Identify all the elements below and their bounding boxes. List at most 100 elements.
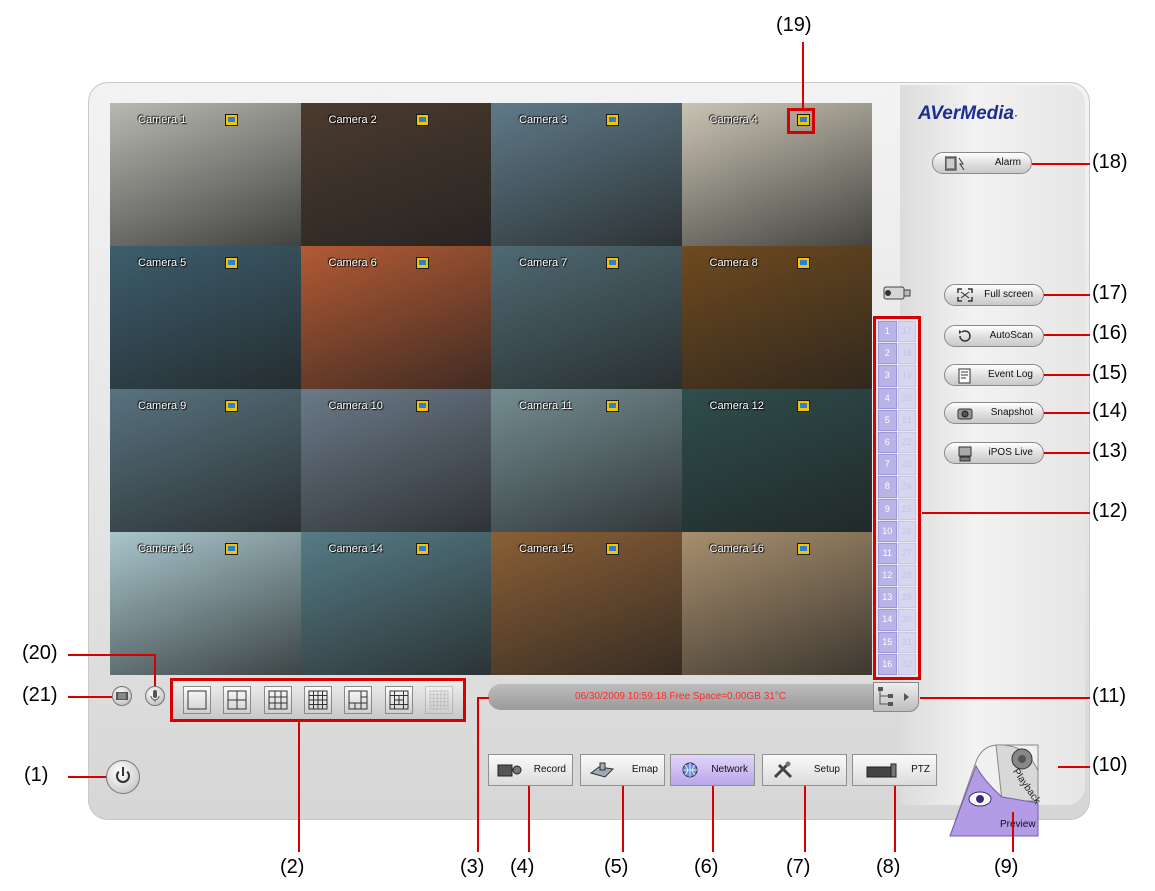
camera-grid[interactable]: Camera 1 Camera 2 Camera 3 Camera 4 Camera 5… bbox=[110, 103, 872, 675]
camera-tile[interactable]: Camera 7 bbox=[491, 246, 682, 389]
leader-line-5 bbox=[622, 786, 624, 852]
power-icon-line bbox=[122, 767, 124, 776]
camera-status-icon[interactable] bbox=[225, 114, 238, 126]
camera-status-icon[interactable] bbox=[225, 257, 238, 269]
camera-tile[interactable]: Camera 8 bbox=[681, 246, 872, 389]
alarm-button[interactable]: Alarm bbox=[932, 152, 1032, 174]
camera-status-icon[interactable] bbox=[796, 400, 810, 412]
fullscreen-icon bbox=[957, 288, 973, 302]
callout-9: (9) bbox=[994, 856, 1019, 878]
camera-tile[interactable]: Camera 12 bbox=[681, 389, 872, 532]
leader-line-4 bbox=[528, 786, 530, 852]
camera-label: Camera 14 bbox=[328, 543, 383, 555]
camera-tile[interactable]: Camera 11 bbox=[491, 389, 682, 532]
channel-button[interactable]: 11 bbox=[878, 542, 897, 565]
channel-button[interactable]: 3 bbox=[878, 365, 897, 387]
event-log-icon bbox=[957, 368, 971, 384]
camera-status-icon[interactable] bbox=[796, 257, 810, 269]
channel-button-disabled: 29 bbox=[897, 587, 916, 609]
brand-name: AVerMedia bbox=[918, 103, 1015, 124]
channel-button[interactable]: 15 bbox=[878, 631, 897, 653]
camera-label: Camera 11 bbox=[519, 400, 573, 412]
callout-4: (4) bbox=[510, 856, 535, 878]
camera-tile[interactable]: Camera 4 bbox=[681, 103, 872, 246]
channel-button[interactable]: 13 bbox=[878, 587, 897, 609]
channel-button[interactable]: 12 bbox=[878, 565, 897, 587]
camera-status-icon[interactable] bbox=[606, 543, 619, 555]
setup-button[interactable]: Setup bbox=[762, 754, 847, 786]
camera-status-icon[interactable] bbox=[606, 400, 619, 412]
leader-line-12 bbox=[922, 512, 1090, 514]
channel-button[interactable]: 5 bbox=[878, 409, 897, 431]
camera-tile[interactable]: Camera 10 bbox=[300, 389, 491, 532]
record-button[interactable]: Record bbox=[488, 754, 573, 786]
layout-6-button[interactable] bbox=[344, 686, 373, 714]
mode-switch[interactable]: Playback Preview bbox=[942, 741, 1062, 841]
keyboard-button[interactable] bbox=[112, 686, 132, 706]
emap-label: Emap bbox=[631, 764, 658, 775]
layout-13-button[interactable] bbox=[384, 686, 413, 714]
camera-status-icon[interactable] bbox=[796, 543, 810, 555]
camera-tile[interactable]: Camera 2 bbox=[300, 103, 491, 246]
emap-button[interactable]: Emap bbox=[580, 754, 665, 786]
split-screen-layout-bar bbox=[170, 678, 466, 722]
event-log-button[interactable]: Event Log bbox=[944, 364, 1044, 386]
ptz-button[interactable]: PTZ bbox=[852, 754, 937, 786]
camera-status-icon[interactable] bbox=[225, 400, 238, 412]
callout-3: (3) bbox=[460, 856, 485, 878]
camera-tile[interactable]: Camera 5 bbox=[110, 246, 301, 389]
camera-tile[interactable]: Camera 9 bbox=[110, 389, 301, 532]
camera-label: Camera 1 bbox=[138, 114, 187, 126]
channel-scroll-control[interactable] bbox=[873, 682, 919, 712]
autoscan-button[interactable]: AutoScan bbox=[944, 325, 1044, 347]
camera-status-icon[interactable] bbox=[225, 543, 238, 555]
camera-status-icon[interactable] bbox=[415, 257, 429, 269]
channel-button[interactable]: 16 bbox=[878, 653, 897, 675]
microphone-button[interactable] bbox=[145, 686, 165, 706]
full-screen-button[interactable]: Full screen bbox=[944, 284, 1044, 306]
camera-label: Camera 15 bbox=[519, 543, 574, 555]
network-button[interactable]: Network bbox=[670, 754, 755, 786]
camera-tile[interactable]: Camera 14 bbox=[300, 532, 491, 675]
power-button[interactable] bbox=[106, 760, 140, 794]
layout-9-button[interactable] bbox=[263, 686, 292, 714]
brand-logo: AVerMedia· bbox=[918, 103, 1017, 125]
channel-button-disabled: 21 bbox=[897, 409, 916, 431]
layout-1-button[interactable] bbox=[183, 686, 212, 714]
camera-tile[interactable]: Camera 15 bbox=[491, 532, 682, 675]
channel-button[interactable]: 2 bbox=[878, 343, 897, 365]
leader-line-13 bbox=[1044, 452, 1090, 454]
layout-4-button[interactable] bbox=[223, 686, 252, 714]
channel-button[interactable]: 8 bbox=[878, 476, 897, 498]
channel-button[interactable]: 7 bbox=[878, 454, 897, 476]
channel-button[interactable]: 9 bbox=[878, 498, 897, 520]
camera-status-icon[interactable] bbox=[415, 400, 429, 412]
snapshot-button[interactable]: Snapshot bbox=[944, 402, 1044, 424]
channel-button-disabled: 18 bbox=[897, 343, 916, 365]
layout-16-button[interactable] bbox=[303, 686, 332, 714]
camera-tile[interactable]: Camera 1 bbox=[110, 103, 301, 246]
camera-tile[interactable]: Camera 16 bbox=[681, 532, 872, 675]
layout-disabled-button[interactable] bbox=[424, 686, 453, 714]
ipos-live-button[interactable]: iPOS Live bbox=[944, 442, 1044, 464]
channel-button[interactable]: 10 bbox=[878, 520, 897, 542]
camera-tile[interactable]: Camera 6 bbox=[300, 246, 491, 389]
ptz-camera-icon bbox=[865, 761, 897, 779]
record-label: Record bbox=[533, 764, 566, 775]
camera-label: Camera 12 bbox=[709, 400, 764, 412]
ptz-label: PTZ bbox=[911, 764, 930, 775]
channel-button[interactable]: 6 bbox=[878, 431, 897, 454]
channel-button[interactable]: 4 bbox=[878, 387, 897, 409]
camera-status-icon[interactable] bbox=[415, 114, 429, 126]
camera-status-icon[interactable] bbox=[606, 114, 619, 126]
callout-14: (14) bbox=[1092, 400, 1128, 422]
camera-status-icon[interactable] bbox=[606, 257, 619, 269]
channel-button[interactable]: 14 bbox=[878, 609, 897, 631]
leader-line-20b bbox=[154, 654, 156, 686]
channel-button[interactable]: 1 bbox=[878, 321, 897, 343]
camera-status-icon[interactable] bbox=[415, 543, 429, 555]
camera-tile[interactable]: Camera 3 bbox=[491, 103, 682, 246]
channel-button-disabled: 28 bbox=[897, 565, 916, 587]
channel-button-disabled: 22 bbox=[897, 431, 916, 454]
leader-line-20 bbox=[68, 654, 156, 656]
